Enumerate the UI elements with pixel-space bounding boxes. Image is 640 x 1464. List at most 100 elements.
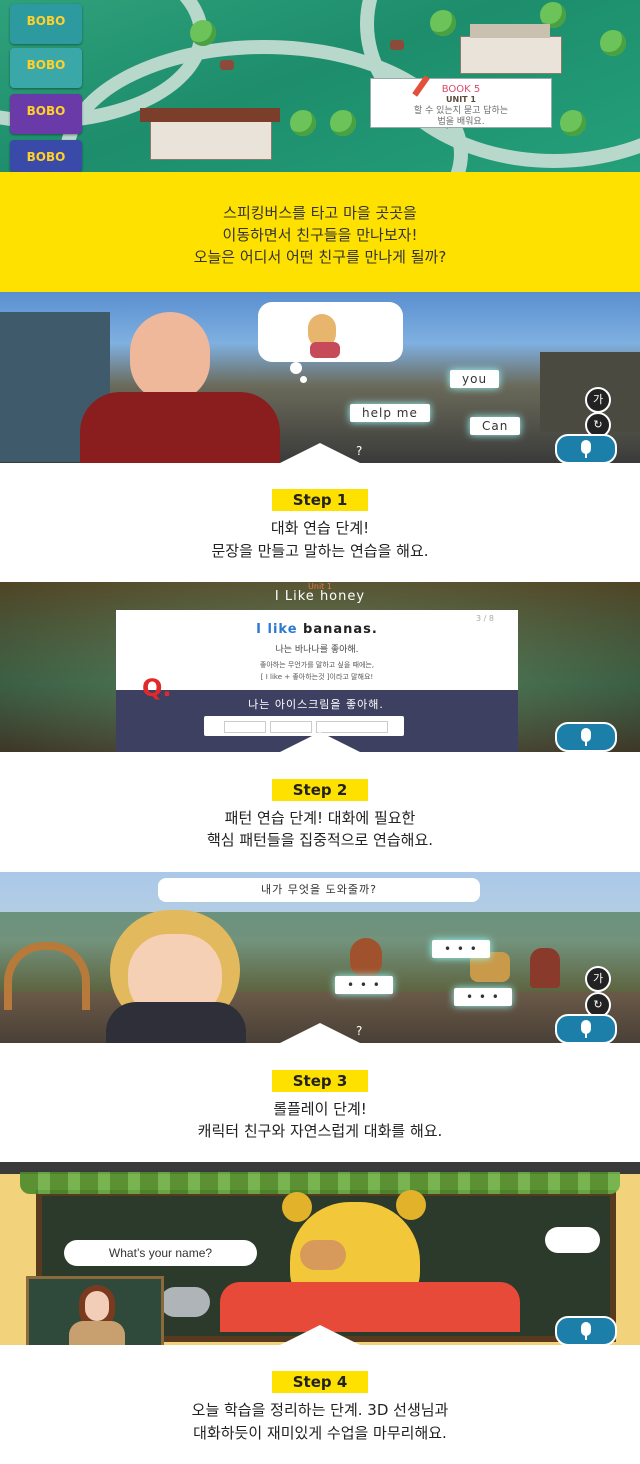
building (150, 118, 272, 160)
language-toggle-button[interactable]: 가 (585, 387, 611, 413)
roleplay-screen: 내가 무엇을 도와줄까? • • • • • • • • • 가 ↻ ? (0, 872, 640, 1043)
bear-snout (300, 1240, 346, 1270)
intro-line-1: 스피킹버스를 타고 마을 곳곳을 (223, 204, 417, 222)
teacher-body (69, 1321, 125, 1345)
description-line-1: 할 수 있는지 묻고 답하는 (413, 106, 509, 116)
lesson-card: 3 / 8 I like bananas. 나는 바나나를 좋아해. 좋아하는 … (116, 610, 518, 690)
language-toggle-button[interactable]: 가 (585, 966, 611, 992)
rock (220, 60, 234, 70)
map-header: BOBO BOBO BOBO BOBO BOOK 5 UNIT 1 할 수 있는… (0, 0, 640, 172)
pattern-highlight: I like (256, 622, 298, 637)
book-info-card: BOOK 5 UNIT 1 할 수 있는지 묻고 답하는 법을 배워요. (370, 78, 552, 128)
tree (600, 30, 626, 56)
thought-dot (300, 376, 307, 383)
character-head (130, 312, 210, 402)
unit-description: 할 수 있는지 묻고 답하는 법을 배워요. (371, 106, 551, 128)
kid-sticker-shirt (310, 342, 340, 358)
tree (290, 110, 316, 136)
pattern-rest: bananas. (297, 622, 378, 637)
thought-bubble (258, 302, 403, 362)
roof (140, 108, 280, 122)
panel-notch (280, 732, 360, 752)
mic-icon (581, 440, 591, 454)
panel-notch (280, 1325, 360, 1345)
word-card[interactable]: Can (470, 417, 521, 435)
speech-bubble: 내가 무엇을 도와줄까? (158, 878, 480, 902)
step-desc-line-1: 대화 연습 단계! (270, 519, 370, 537)
microphone-button[interactable] (555, 434, 617, 463)
character-body (106, 1002, 246, 1043)
intro-line-2: 이동하면서 친구들을 만나보자! (222, 226, 418, 244)
book-cover-4[interactable]: BOBO (10, 140, 82, 172)
mic-icon (581, 1322, 591, 1336)
quiz-question: 나는 아이스크림을 좋아해. (248, 698, 384, 711)
building (460, 36, 562, 74)
leaf-garland (20, 1172, 620, 1194)
arch (4, 942, 90, 1010)
intro-banner: 스피킹버스를 타고 마을 곳곳을 이동하면서 친구들을 만나보자! 오늘은 어디… (0, 172, 640, 292)
review-screen: What’s your name? (0, 1162, 640, 1345)
step-desc-line-2: 문장을 만들고 말하는 연습을 해요. (211, 542, 429, 560)
intro-line-3: 오늘은 어디서 어떤 친구를 만나게 될까? (193, 248, 447, 266)
gingerbread (350, 938, 382, 978)
teacher-video (26, 1276, 164, 1345)
rock (160, 1287, 210, 1317)
step-desc-line-2: 핵심 패턴들을 집중적으로 연습해요. (206, 831, 434, 849)
android-figure (530, 948, 560, 988)
answer-slot[interactable] (224, 721, 266, 733)
step-badge: Step 1 (272, 489, 368, 511)
pattern-practice-screen: Unit 1 I Like honey 3 / 8 I like bananas… (0, 582, 640, 752)
teacher-face (85, 1291, 109, 1321)
speech-bubble: What’s your name? (64, 1240, 257, 1266)
step-desc-line-1: 패턴 연습 단계! 대화에 필요한 (224, 809, 416, 827)
bear-shirt (220, 1282, 520, 1332)
choice-card[interactable]: • • • (432, 940, 490, 958)
mic-icon (581, 1020, 591, 1034)
step-desc-line-1: 오늘 학습을 정리하는 단계. 3D 선생님과 (191, 1401, 449, 1419)
step-badge: Step 4 (272, 1371, 368, 1393)
panel-notch (280, 443, 360, 463)
book-label: BOOK 5 (441, 84, 481, 95)
choice-card[interactable]: • • • (454, 988, 512, 1006)
book-cover-2[interactable]: BOBO (10, 48, 82, 88)
microphone-button[interactable] (555, 1316, 617, 1345)
hint-line-1: 좋아하는 무언가를 말하고 싶을 때에는, (259, 661, 375, 669)
step-badge: Step 2 (272, 779, 368, 801)
question-mark-label: Q. (142, 674, 172, 702)
step-desc-line-2: 대화하듯이 재미있게 수업을 마무리해요. (193, 1424, 447, 1442)
book-title: BOBO (26, 14, 66, 28)
word-card[interactable]: help me (350, 404, 430, 422)
book-cover-1[interactable]: BOBO (10, 4, 82, 44)
tree (330, 110, 356, 136)
microphone-button[interactable] (555, 1014, 617, 1043)
book-cover-3[interactable]: BOBO (10, 94, 82, 134)
hint-line-2: [ I like + 좋아하는것 ]이라고 말해요! (260, 673, 374, 681)
lesson-title: I Like honey (274, 589, 366, 604)
step-badge: Step 3 (272, 1070, 368, 1092)
book-title: BOBO (26, 104, 66, 118)
roof (470, 24, 550, 38)
unit-label: UNIT 1 (446, 95, 476, 104)
tree (190, 20, 216, 46)
tree (430, 10, 456, 36)
step-2-section: Step 2 패턴 연습 단계! 대화에 필요한 핵심 패턴들을 집중적으로 연… (0, 752, 640, 872)
description-line-2: 법을 배워요. (437, 117, 485, 127)
bear-ear (396, 1190, 426, 1220)
pattern-sentence: I like bananas. (116, 622, 518, 637)
step-4-section: Step 4 오늘 학습을 정리하는 단계. 3D 선생님과 대화하듯이 재미있… (0, 1345, 640, 1464)
step-desc-line-2: 캐릭터 친구와 자연스럽게 대화를 해요. (197, 1122, 443, 1140)
pattern-translation: 나는 바나나를 좋아해. (275, 645, 359, 655)
word-card[interactable]: you (450, 370, 500, 388)
conversation-practice-screen: you help me Can 가 ↻ ? (0, 292, 640, 463)
step-desc-line-1: 롤플레이 단계! (273, 1100, 367, 1118)
mic-icon (581, 728, 591, 742)
step-3-section: Step 3 롤플레이 단계! 캐릭터 친구와 자연스럽게 대화를 해요. (0, 1043, 640, 1162)
step-1-section: Step 1 대화 연습 단계! 문장을 만들고 말하는 연습을 해요. (0, 463, 640, 582)
choice-card[interactable]: • • • (335, 976, 393, 994)
cloud (545, 1227, 600, 1253)
book-title: BOBO (26, 58, 66, 72)
microphone-button[interactable] (555, 722, 617, 752)
character-body (80, 392, 280, 463)
tree (560, 110, 586, 136)
thought-dot (290, 362, 302, 374)
